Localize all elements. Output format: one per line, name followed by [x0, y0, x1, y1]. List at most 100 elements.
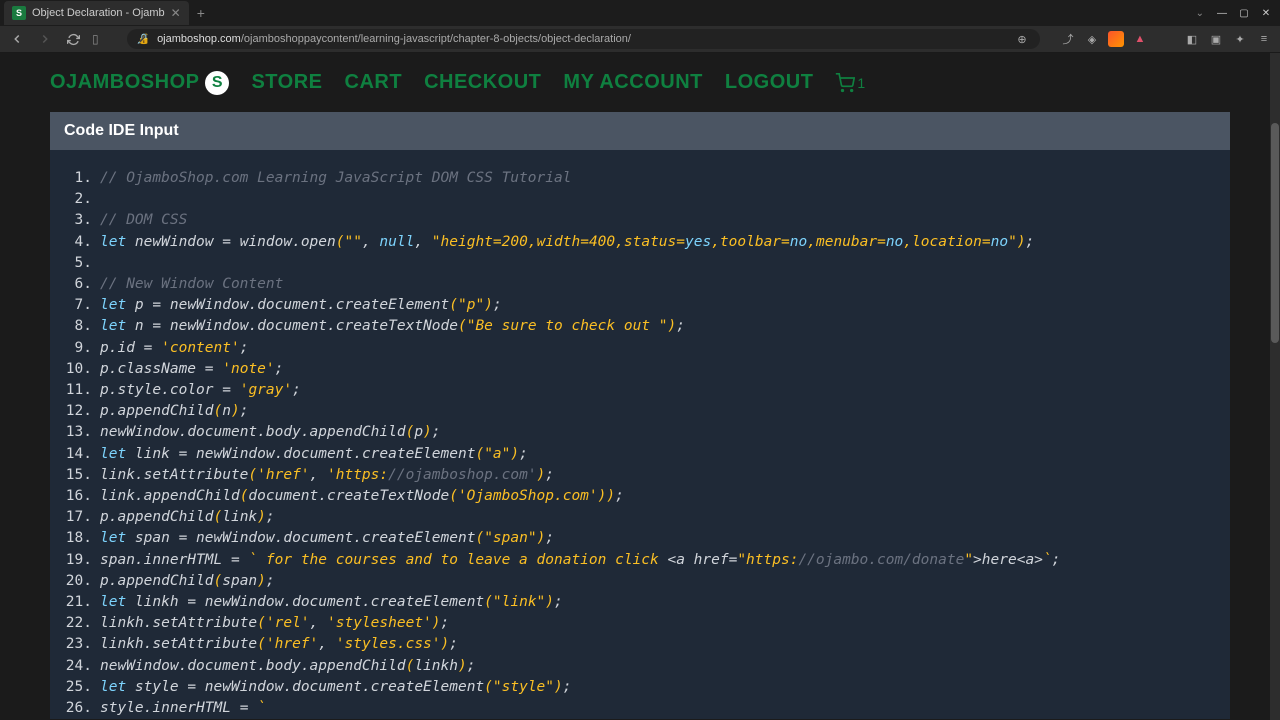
browser-toolbar: ▯ 🔏 ojamboshop.com/ojamboshoppaycontent/…	[0, 26, 1280, 53]
code-line: 3.// DOM CSS	[64, 210, 1216, 231]
code-line: 19. span.innerHTML = ` for the courses an…	[64, 550, 1216, 571]
extensions-icon[interactable]: ✦	[1232, 31, 1248, 47]
line-number: 10.	[64, 359, 92, 380]
line-number: 4.	[64, 232, 92, 253]
ide-header: Code IDE Input	[50, 112, 1230, 150]
url-bar[interactable]: 🔏 ojamboshop.com/ojamboshoppaycontent/le…	[127, 29, 1040, 49]
code-line: 25. let style = newWindow.document.create…	[64, 677, 1216, 698]
line-number: 5.	[64, 253, 92, 274]
line-number: 9.	[64, 338, 92, 359]
line-number: 19.	[64, 550, 92, 571]
zoom-icon[interactable]: ⊕	[1014, 31, 1030, 47]
nav-checkout[interactable]: CHECKOUT	[424, 71, 541, 94]
code-line: 18.let span = newWindow.document.createE…	[64, 528, 1216, 549]
code-area[interactable]: 1.// OjamboShop.com Learning JavaScript …	[50, 150, 1230, 719]
code-content: p.appendChild(span);	[100, 571, 1216, 592]
code-line: 10. p.className = 'note';	[64, 359, 1216, 380]
code-line: 17.p.appendChild(link);	[64, 507, 1216, 528]
nav-my-account[interactable]: MY ACCOUNT	[563, 71, 702, 94]
code-line: 20. p.appendChild(span);	[64, 571, 1216, 592]
line-number: 15.	[64, 465, 92, 486]
bookmark-icon[interactable]: ▯	[92, 32, 99, 46]
window-controls: — ▢ ✕	[1212, 4, 1280, 22]
code-content: p.appendChild(link);	[100, 507, 1216, 528]
code-content: p.style.color = 'gray';	[100, 380, 1216, 401]
site-logo[interactable]: OJAMBOSHOP S	[50, 71, 229, 95]
nav-logout[interactable]: LOGOUT	[725, 71, 814, 94]
code-line: 1.// OjamboShop.com Learning JavaScript …	[64, 168, 1216, 189]
code-content: span.innerHTML = ` for the courses and t…	[100, 550, 1216, 571]
code-line: 9. p.id = 'content';	[64, 338, 1216, 359]
code-line: 26.style.innerHTML = `	[64, 698, 1216, 719]
code-line: 24.newWindow.document.body.appendChild(l…	[64, 656, 1216, 677]
brave-shield-icon[interactable]	[1108, 31, 1124, 47]
rewards-icon[interactable]: ▲	[1132, 31, 1148, 47]
url-text: ojamboshop.com/ojamboshoppaycontent/lear…	[157, 33, 1006, 45]
reload-button[interactable]	[64, 30, 82, 48]
scrollbar-thumb[interactable]	[1271, 123, 1279, 343]
code-line: 14.let link = newWindow.document.createE…	[64, 444, 1216, 465]
code-line: 23. linkh.setAttribute('href', 'styles.cs…	[64, 634, 1216, 655]
maximize-button[interactable]: ▢	[1234, 4, 1254, 22]
code-content: let span = newWindow.document.createElem…	[100, 528, 1216, 549]
tabs-dropdown-icon[interactable]: ⌄	[1196, 8, 1204, 19]
ide-container: Code IDE Input 1.// OjamboShop.com Learn…	[50, 112, 1230, 719]
line-number: 6.	[64, 274, 92, 295]
tab-close-icon[interactable]: ✕	[171, 6, 181, 20]
lock-icon: 🔏	[137, 34, 149, 45]
close-window-button[interactable]: ✕	[1256, 4, 1276, 22]
code-content: linkh.setAttribute('rel', 'stylesheet');	[100, 613, 1216, 634]
code-content: let n = newWindow.document.createTextNod…	[100, 316, 1216, 337]
menu-icon[interactable]: ≡	[1256, 31, 1272, 47]
code-line: 7.let p = newWindow.document.createEleme…	[64, 295, 1216, 316]
code-content	[100, 253, 1216, 274]
code-line: 4. let newWindow = window.open("", null, …	[64, 232, 1216, 253]
line-number: 11.	[64, 380, 92, 401]
code-content: // OjamboShop.com Learning JavaScript DO…	[100, 168, 1216, 189]
site-header: OJAMBOSHOP S STORE CART CHECKOUT MY ACCO…	[0, 53, 1280, 112]
code-content: p.className = 'note';	[100, 359, 1216, 380]
code-content: let newWindow = window.open("", null, "h…	[100, 232, 1216, 253]
cart-icon	[835, 73, 855, 93]
code-line: 21. let linkh = newWindow.document.create…	[64, 592, 1216, 613]
line-number: 7.	[64, 295, 92, 316]
line-number: 24.	[64, 656, 92, 677]
sidebar-icon[interactable]: ◧	[1184, 31, 1200, 47]
code-content: newWindow.document.body.appendChild(p);	[100, 422, 1216, 443]
minimize-button[interactable]: —	[1212, 4, 1232, 22]
code-content: // DOM CSS	[100, 210, 1216, 231]
code-line: 12. p.appendChild(n);	[64, 401, 1216, 422]
new-tab-button[interactable]: +	[197, 5, 205, 21]
code-line: 6. // New Window Content	[64, 274, 1216, 295]
code-line: 11. p.style.color = 'gray';	[64, 380, 1216, 401]
code-content: // New Window Content	[100, 274, 1216, 295]
page-scrollbar[interactable]	[1270, 53, 1280, 720]
code-content: p.appendChild(n);	[100, 401, 1216, 422]
browser-tab[interactable]: S Object Declaration - Ojamb ✕	[4, 1, 189, 25]
line-number: 8.	[64, 316, 92, 337]
code-content: let linkh = newWindow.document.createEle…	[100, 592, 1216, 613]
code-content: let link = newWindow.document.createElem…	[100, 444, 1216, 465]
forward-button[interactable]	[36, 30, 54, 48]
nav-store[interactable]: STORE	[251, 71, 322, 94]
code-content: linkh.setAttribute('href', 'styles.css')…	[100, 634, 1216, 655]
browser-titlebar: S Object Declaration - Ojamb ✕ + ⌄ — ▢ ✕	[0, 0, 1280, 26]
line-number: 20.	[64, 571, 92, 592]
line-number: 23.	[64, 634, 92, 655]
code-content: let style = newWindow.document.createEle…	[100, 677, 1216, 698]
back-button[interactable]	[8, 30, 26, 48]
tab-favicon: S	[12, 6, 26, 20]
share-icon[interactable]: ⤴	[1060, 31, 1076, 47]
code-content: p.id = 'content';	[100, 338, 1216, 359]
code-content: link.appendChild(document.createTextNode…	[100, 486, 1216, 507]
code-line: 5.	[64, 253, 1216, 274]
rss-icon[interactable]: ◈	[1084, 31, 1100, 47]
wallet-icon[interactable]: ▣	[1208, 31, 1224, 47]
nav-cart[interactable]: CART	[345, 71, 403, 94]
line-number: 25.	[64, 677, 92, 698]
line-number: 12.	[64, 401, 92, 422]
line-number: 21.	[64, 592, 92, 613]
code-line: 15.link.setAttribute('href', 'https://oj…	[64, 465, 1216, 486]
line-number: 22.	[64, 613, 92, 634]
cart-button[interactable]: 1	[835, 73, 865, 93]
